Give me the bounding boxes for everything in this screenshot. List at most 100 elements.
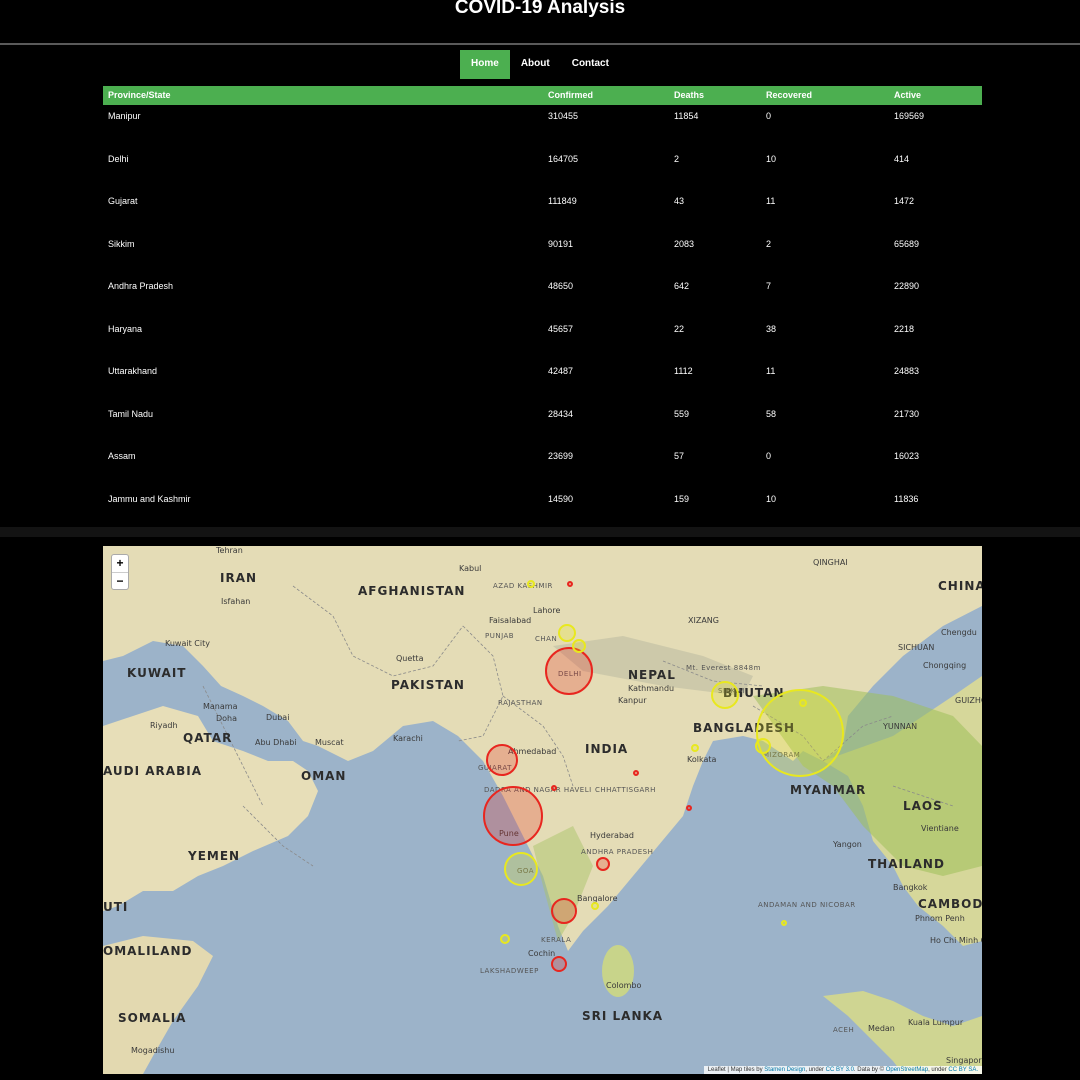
- case-bubble-red[interactable]: [567, 581, 573, 587]
- cell-province: Uttarakhand: [108, 366, 158, 376]
- map-attribution: Leaflet | Map tiles by Stamen Design, un…: [703, 1066, 982, 1074]
- attribution-data: . Data by ©: [853, 1067, 886, 1073]
- nav-contact[interactable]: Contact: [561, 50, 620, 79]
- cell-deaths: 642: [674, 281, 690, 291]
- cell-deaths: 1112: [674, 366, 693, 376]
- cell-confirmed: 42487: [548, 366, 574, 376]
- cell-province: Sikkim: [108, 238, 135, 249]
- table-row: Uttarakhand 42487 1112 11 24883: [103, 360, 982, 403]
- cell-recovered: 7: [766, 281, 772, 291]
- table-row: Haryana 45657 22 38 2218: [103, 318, 982, 361]
- attribution-prefix: Leaflet | Map tiles by: [707, 1067, 765, 1073]
- cell-confirmed: 48650: [548, 281, 574, 291]
- cell-deaths: 559: [674, 408, 690, 419]
- cell-confirmed: 14590: [548, 493, 574, 504]
- table-row: Sikkim 90191 2083 2 65689: [103, 233, 982, 276]
- cell-active: 21730: [894, 408, 920, 419]
- table-header: Province/State Confirmed Deaths Recovere…: [103, 86, 982, 105]
- case-bubble-yellow[interactable]: [799, 699, 807, 707]
- cell-recovered: 10: [766, 493, 777, 504]
- case-bubble-yellow[interactable]: [572, 639, 586, 653]
- header-active[interactable]: Active: [889, 86, 982, 105]
- table-body: Manipur 310455 11854 0 169569 Delhi 164705 2 10 4…: [103, 105, 982, 530]
- case-bubble-yellow[interactable]: [781, 920, 787, 926]
- case-bubble-yellow[interactable]: [527, 580, 535, 588]
- case-bubble-red[interactable]: [545, 647, 593, 695]
- osm-link[interactable]: OpenStreetMap: [886, 1067, 928, 1073]
- page-title: COVID-19 Analysis: [454, 0, 626, 18]
- table-row: Manipur 310455 11854 0 169569: [103, 105, 982, 148]
- attribution-mid: , under: [805, 1067, 826, 1073]
- stamen-link[interactable]: Stamen Design: [764, 1067, 805, 1073]
- cell-active: 24883: [894, 366, 920, 376]
- case-bubble-red[interactable]: [551, 956, 567, 972]
- cell-active: 16023: [894, 451, 920, 461]
- cell-province: Haryana: [108, 323, 143, 334]
- header-confirmed[interactable]: Confirmed: [543, 86, 669, 105]
- case-bubble-red[interactable]: [686, 805, 692, 811]
- case-bubble-red[interactable]: [596, 857, 610, 871]
- cell-province: Jammu and Kashmir: [108, 493, 191, 504]
- cell-province: Assam: [108, 451, 136, 461]
- table-row: Andhra Pradesh 48650 642 7 22890: [103, 275, 982, 318]
- cell-deaths: 159: [674, 493, 690, 504]
- cell-confirmed: 111849: [548, 196, 577, 206]
- covid-table: Province/State Confirmed Deaths Recovere…: [103, 86, 982, 530]
- table-row: Assam 23699 57 0 16023: [103, 445, 982, 488]
- ccby-link[interactable]: CC BY 3.0: [826, 1067, 854, 1073]
- table-row: Gujarat 111849 43 11 1472: [103, 190, 982, 233]
- header-divider: [0, 43, 1080, 45]
- case-bubble-yellow[interactable]: [500, 934, 510, 944]
- header-province[interactable]: Province/State: [103, 86, 543, 105]
- header-deaths[interactable]: Deaths: [669, 86, 761, 105]
- nav-bar: Home About Contact: [0, 50, 1080, 79]
- case-bubble-red[interactable]: [551, 898, 577, 924]
- cell-recovered: 11: [766, 366, 776, 376]
- cell-deaths: 43: [674, 196, 685, 206]
- case-bubble-yellow[interactable]: [691, 744, 699, 752]
- cell-deaths: 57: [674, 451, 685, 461]
- case-bubble-red[interactable]: [486, 744, 518, 776]
- case-bubble-yellow[interactable]: [755, 738, 771, 754]
- cell-recovered: 11: [766, 196, 776, 206]
- map-view[interactable]: IRAN AFGHANISTAN KUWAIT PAKISTAN QATAR AUDI A…: [103, 546, 982, 1074]
- cell-active: 2218: [894, 323, 915, 334]
- cell-active: 11836: [894, 493, 919, 504]
- cell-recovered: 0: [766, 451, 772, 461]
- cell-deaths: 22: [674, 323, 685, 334]
- cell-recovered: 2: [766, 238, 772, 249]
- cell-active: 65689: [894, 238, 920, 249]
- cell-recovered: 38: [766, 323, 777, 334]
- case-bubble-yellow[interactable]: [504, 852, 538, 886]
- case-bubble-yellow[interactable]: [591, 902, 599, 910]
- cell-province: Tamil Nadu: [108, 408, 154, 419]
- case-bubbles: [483, 580, 844, 972]
- cell-confirmed: 164705: [548, 153, 579, 164]
- case-bubble-red[interactable]: [483, 786, 543, 846]
- nav-about[interactable]: About: [510, 50, 561, 79]
- case-bubble-yellow[interactable]: [558, 624, 576, 642]
- nav-home[interactable]: Home: [460, 50, 510, 79]
- zoom-out-button[interactable]: −: [112, 572, 128, 589]
- cell-recovered: 10: [766, 153, 777, 164]
- cell-active: 169569: [894, 111, 925, 121]
- cell-deaths: 2083: [674, 238, 695, 249]
- attribution-under: , under: [928, 1067, 949, 1073]
- cell-province: Manipur: [108, 111, 141, 121]
- cell-province: Delhi: [108, 153, 129, 164]
- cell-deaths: 11854: [674, 111, 699, 121]
- cell-confirmed: 45657: [548, 323, 574, 334]
- cell-active: 1472: [894, 196, 915, 206]
- cell-active: 414: [894, 153, 910, 164]
- case-bubble-red[interactable]: [633, 770, 639, 776]
- ccbysa-link[interactable]: CC BY SA.: [948, 1067, 978, 1073]
- header-recovered[interactable]: Recovered: [761, 86, 889, 105]
- zoom-control: + −: [111, 554, 129, 590]
- cell-province: Andhra Pradesh: [108, 281, 174, 291]
- zoom-in-button[interactable]: +: [112, 555, 128, 572]
- case-bubble-red[interactable]: [551, 785, 557, 791]
- table-row: Tamil Nadu 28434 559 58 21730: [103, 403, 982, 446]
- section-divider: [0, 527, 1080, 537]
- case-bubble-yellow[interactable]: [711, 681, 739, 709]
- cell-active: 22890: [894, 281, 920, 291]
